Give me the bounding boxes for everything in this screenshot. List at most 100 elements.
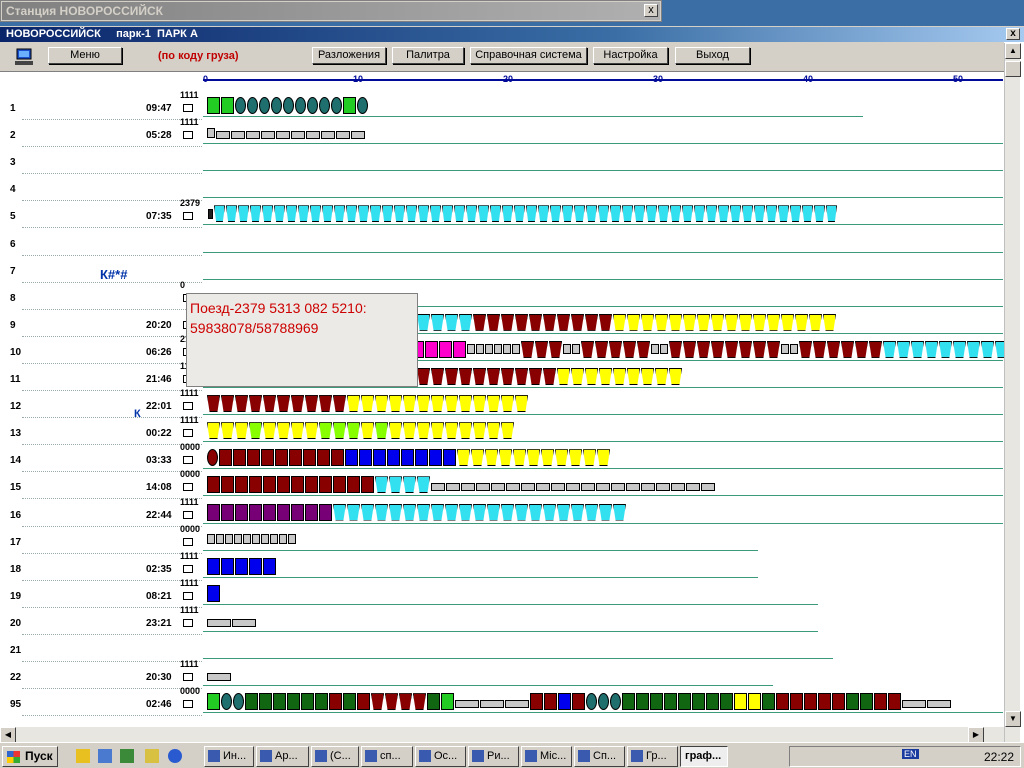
wagon[interactable] bbox=[322, 205, 333, 223]
wagon[interactable] bbox=[742, 205, 753, 223]
wagon[interactable] bbox=[347, 422, 360, 440]
wagon[interactable] bbox=[235, 503, 248, 521]
wagon[interactable] bbox=[252, 534, 260, 545]
track-row[interactable]: 19 08:21 1111 bbox=[0, 578, 1004, 608]
wagon[interactable] bbox=[846, 693, 859, 711]
quicklaunch-icon[interactable] bbox=[145, 749, 159, 763]
wagon[interactable] bbox=[939, 340, 952, 358]
wagon[interactable] bbox=[406, 205, 417, 223]
layouts-button[interactable]: Разложения bbox=[312, 47, 386, 64]
wagon[interactable] bbox=[207, 127, 215, 138]
wagon[interactable] bbox=[219, 449, 232, 467]
train[interactable] bbox=[207, 422, 515, 440]
taskbar-button[interactable]: Ар... bbox=[256, 746, 309, 767]
wagon[interactable] bbox=[466, 205, 477, 223]
wagon[interactable] bbox=[501, 422, 514, 440]
wagon[interactable] bbox=[221, 503, 234, 521]
track-row[interactable]: 9 20:20 bbox=[0, 310, 1004, 337]
track-checkbox[interactable] bbox=[183, 591, 193, 600]
wagon[interactable] bbox=[897, 340, 910, 358]
wagon[interactable] bbox=[499, 449, 512, 467]
wagon[interactable] bbox=[361, 503, 374, 521]
wagon[interactable] bbox=[795, 313, 808, 331]
wagon[interactable] bbox=[430, 205, 441, 223]
wagon[interactable] bbox=[826, 205, 837, 223]
wagon[interactable] bbox=[634, 205, 645, 223]
wagon[interactable] bbox=[347, 503, 360, 521]
wagon[interactable] bbox=[207, 557, 220, 575]
wagon[interactable] bbox=[730, 205, 741, 223]
wagon[interactable] bbox=[841, 340, 854, 358]
wagon[interactable] bbox=[442, 205, 453, 223]
wagon[interactable] bbox=[476, 344, 484, 355]
wagon[interactable] bbox=[473, 503, 486, 521]
track-row[interactable]: 3 bbox=[0, 147, 1004, 175]
wagon[interactable] bbox=[550, 205, 561, 223]
wagon[interactable] bbox=[585, 368, 598, 385]
vertical-scrollbar[interactable]: ▲ ▼ bbox=[1004, 43, 1021, 743]
wagon[interactable] bbox=[544, 693, 557, 711]
wagon[interactable] bbox=[781, 344, 789, 355]
wagon[interactable] bbox=[514, 205, 525, 223]
wagon[interactable] bbox=[557, 368, 570, 385]
wagon[interactable] bbox=[501, 395, 514, 413]
track-checkbox[interactable] bbox=[183, 483, 193, 492]
wagon[interactable] bbox=[790, 693, 803, 711]
wagon[interactable] bbox=[541, 449, 554, 467]
wagon[interactable] bbox=[375, 503, 388, 521]
wagon[interactable] bbox=[670, 205, 681, 223]
wagon[interactable] bbox=[613, 503, 626, 521]
wagon[interactable] bbox=[225, 534, 233, 545]
wagon[interactable] bbox=[754, 205, 765, 223]
taskbar-button[interactable]: Ос... bbox=[415, 746, 466, 767]
wagon[interactable] bbox=[623, 340, 636, 358]
wagon[interactable] bbox=[221, 422, 234, 440]
wagon[interactable] bbox=[981, 340, 994, 358]
wagon[interactable] bbox=[305, 422, 318, 440]
wagon[interactable] bbox=[581, 483, 595, 492]
wagon[interactable] bbox=[767, 340, 780, 358]
wagon[interactable] bbox=[361, 476, 374, 494]
wagon[interactable] bbox=[306, 131, 320, 140]
wagon[interactable] bbox=[249, 557, 262, 575]
wagon[interactable] bbox=[753, 313, 766, 331]
wagon[interactable] bbox=[697, 313, 710, 331]
wagon[interactable] bbox=[598, 693, 609, 711]
wagon[interactable] bbox=[286, 205, 297, 223]
quicklaunch-icon[interactable] bbox=[76, 749, 90, 763]
wagon[interactable] bbox=[394, 205, 405, 223]
wagon[interactable] bbox=[361, 422, 374, 440]
wagon[interactable] bbox=[261, 534, 269, 545]
wagon[interactable] bbox=[473, 422, 486, 440]
wagon[interactable] bbox=[445, 422, 458, 440]
wagon[interactable] bbox=[711, 340, 724, 358]
wagon[interactable] bbox=[650, 693, 663, 711]
wagon[interactable] bbox=[445, 395, 458, 413]
wagon[interactable] bbox=[725, 313, 738, 331]
wagon[interactable] bbox=[720, 693, 733, 711]
wagon[interactable] bbox=[291, 131, 305, 140]
wagon[interactable] bbox=[231, 131, 245, 140]
wagon[interactable] bbox=[874, 693, 887, 711]
wagon[interactable] bbox=[298, 205, 309, 223]
wagon[interactable] bbox=[527, 449, 540, 467]
quicklaunch-icon[interactable] bbox=[98, 749, 112, 763]
wagon[interactable] bbox=[490, 205, 501, 223]
wagon[interactable] bbox=[445, 313, 458, 331]
wagon[interactable] bbox=[697, 340, 710, 358]
palette-button[interactable]: Палитра bbox=[392, 47, 464, 64]
wagon[interactable] bbox=[571, 368, 584, 385]
wagon[interactable] bbox=[515, 313, 528, 331]
train[interactable] bbox=[207, 531, 297, 548]
wagon[interactable] bbox=[682, 205, 693, 223]
wagon[interactable] bbox=[343, 693, 356, 711]
wagon[interactable] bbox=[317, 449, 330, 467]
wagon[interactable] bbox=[370, 205, 381, 223]
wagon[interactable] bbox=[766, 205, 777, 223]
track-checkbox[interactable] bbox=[183, 131, 193, 140]
scroll-right-icon[interactable]: ▶ bbox=[968, 727, 984, 743]
track-row[interactable]: 6 bbox=[0, 229, 1004, 256]
wagon[interactable] bbox=[216, 534, 224, 545]
track-checkbox[interactable] bbox=[183, 564, 193, 573]
wagon[interactable] bbox=[358, 205, 369, 223]
